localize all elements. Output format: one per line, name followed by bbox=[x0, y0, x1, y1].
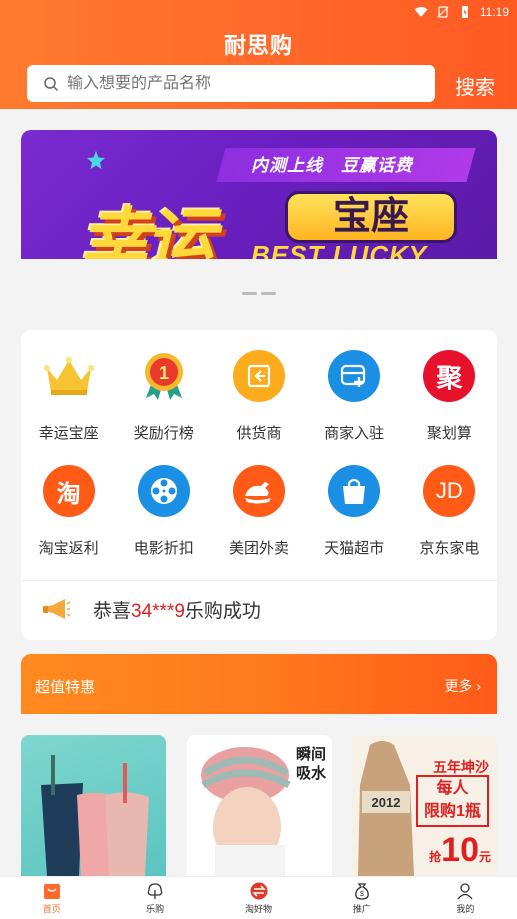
search-input[interactable] bbox=[67, 74, 407, 93]
category-item-merchant-join[interactable]: 商家入驻 bbox=[307, 350, 402, 443]
category-item-lucky-seat[interactable]: 幸运宝座 bbox=[21, 350, 116, 443]
banner-pill-text: 宝座 bbox=[332, 193, 409, 238]
tab-home[interactable]: 首页 bbox=[0, 877, 103, 919]
merchant-join-icon bbox=[328, 350, 381, 402]
no-sim-icon bbox=[437, 6, 449, 18]
product-card-3[interactable]: 2012 五年坤沙 每人 限购1瓶 抢10元 bbox=[352, 735, 497, 876]
banner-subtitle: 内测上线 豆赢话费 bbox=[251, 156, 413, 175]
meituan-icon bbox=[232, 465, 285, 517]
tab-legou[interactable]: 乐购 bbox=[103, 877, 206, 919]
product-row: 瞬间 吸水 2012 五年坤沙 每人 限购1瓶 抢10元 bbox=[21, 735, 497, 876]
category-card: 幸运宝座 1 奖励行榜 供货商 商家入驻 聚 聚划算 淘 淘宝返利 电影折扣 美… bbox=[21, 330, 497, 640]
category-item-reward-rank[interactable]: 1 奖励行榜 bbox=[116, 350, 211, 443]
deals-header: 超值特惠 更多 › bbox=[21, 654, 497, 714]
category-item-meituan[interactable]: 美团外卖 bbox=[211, 465, 306, 558]
status-bar: 11:19 bbox=[414, 3, 509, 21]
bottom-tab-bar: 首页 乐购 淘好物 $ 推广 我的 bbox=[0, 876, 517, 919]
supplier-icon bbox=[232, 350, 285, 402]
category-grid: 幸运宝座 1 奖励行榜 供货商 商家入驻 聚 聚划算 淘 淘宝返利 电影折扣 美… bbox=[21, 350, 497, 558]
category-item-jd-appliance[interactable]: JD 京东家电 bbox=[402, 465, 497, 558]
tmall-bag-icon bbox=[328, 465, 381, 517]
product-3-price: 抢10元 bbox=[429, 831, 491, 869]
tab-label: 我的 bbox=[456, 903, 475, 914]
search-box[interactable] bbox=[27, 65, 435, 102]
category-label: 幸运宝座 bbox=[38, 425, 99, 442]
exchange-icon bbox=[250, 882, 268, 899]
category-item-movie-discount[interactable]: 电影折扣 bbox=[116, 465, 211, 558]
money-bag-icon: $ bbox=[355, 882, 369, 900]
svg-text:$: $ bbox=[360, 891, 364, 898]
medal-icon: 1 bbox=[144, 353, 183, 400]
home-bag-icon bbox=[43, 883, 60, 899]
juhuasuan-icon: 聚 bbox=[423, 350, 476, 402]
tab-label: 乐购 bbox=[146, 903, 165, 914]
category-item-taobao-rebate[interactable]: 淘 淘宝返利 bbox=[21, 465, 116, 558]
category-item-supplier[interactable]: 供货商 bbox=[211, 350, 306, 443]
header: 11:19 耐思购 搜索 bbox=[0, 0, 517, 109]
search-button[interactable]: 搜索 bbox=[455, 71, 495, 100]
tab-label: 推广 bbox=[352, 903, 371, 914]
category-label: 淘宝返利 bbox=[38, 540, 99, 557]
notice-text: 恭喜34***9乐购成功 bbox=[93, 601, 261, 622]
card-divider bbox=[21, 580, 497, 581]
jd-icon: JD bbox=[423, 465, 476, 517]
product-2-tag: 瞬间 吸水 bbox=[295, 746, 326, 782]
banner-main-text: 幸运 bbox=[79, 202, 215, 259]
product-card-2[interactable]: 瞬间 吸水 bbox=[187, 735, 332, 876]
product-3-title: 五年坤沙 bbox=[433, 759, 489, 775]
tab-mine[interactable]: 我的 bbox=[414, 877, 517, 919]
megaphone-icon bbox=[43, 598, 71, 619]
deals-more-link[interactable]: 更多 › bbox=[444, 676, 481, 696]
category-label: 美团外卖 bbox=[228, 540, 289, 557]
deals-title: 超值特惠 bbox=[35, 679, 96, 696]
carousel-indicator bbox=[242, 292, 276, 295]
star-icon bbox=[87, 151, 105, 169]
user-icon bbox=[457, 882, 473, 899]
crown-icon bbox=[43, 357, 94, 395]
toothbrush-cups-image bbox=[41, 755, 149, 876]
tree-icon bbox=[147, 882, 163, 899]
category-label: 聚划算 bbox=[426, 425, 472, 442]
svg-text:1: 1 bbox=[159, 363, 169, 383]
category-label: 京东家电 bbox=[419, 540, 480, 557]
app-title: 耐思购 bbox=[223, 33, 293, 58]
category-label: 奖励行榜 bbox=[133, 425, 194, 442]
taobao-icon: 淘 bbox=[42, 465, 95, 517]
tab-label: 淘好物 bbox=[245, 903, 273, 914]
product-card-1[interactable] bbox=[21, 735, 166, 876]
category-item-tmall-market[interactable]: 天猫超市 bbox=[307, 465, 402, 558]
tab-label: 首页 bbox=[42, 903, 61, 914]
product-3-limit-box: 每人 限购1瓶 bbox=[416, 775, 489, 827]
promo-banner[interactable]: 内测上线 豆赢话费 幸运 宝座 BEST LUCKY bbox=[21, 130, 497, 259]
banner-pill: 宝座 bbox=[285, 191, 457, 243]
category-label: 供货商 bbox=[236, 425, 282, 442]
category-label: 天猫超市 bbox=[324, 540, 385, 557]
battery-icon bbox=[461, 6, 468, 18]
category-label: 电影折扣 bbox=[133, 540, 194, 557]
category-item-juhuasuan[interactable]: 聚 聚划算 bbox=[402, 350, 497, 443]
film-reel-icon bbox=[137, 465, 190, 517]
tab-promote[interactable]: $ 推广 bbox=[310, 877, 413, 919]
search-icon bbox=[44, 76, 59, 91]
svg-text:2012: 2012 bbox=[372, 795, 401, 810]
tab-taohaowu[interactable]: 淘好物 bbox=[207, 877, 310, 919]
banner-english-text: BEST LUCKY bbox=[251, 240, 428, 259]
chevron-right-icon: › bbox=[476, 678, 481, 694]
winner-notice[interactable]: 恭喜34***9乐购成功 bbox=[41, 596, 261, 623]
category-label: 商家入驻 bbox=[324, 425, 385, 442]
wifi-icon bbox=[414, 7, 428, 17]
notice-user-id: 34***9 bbox=[131, 601, 185, 622]
status-time: 11:19 bbox=[479, 5, 509, 19]
